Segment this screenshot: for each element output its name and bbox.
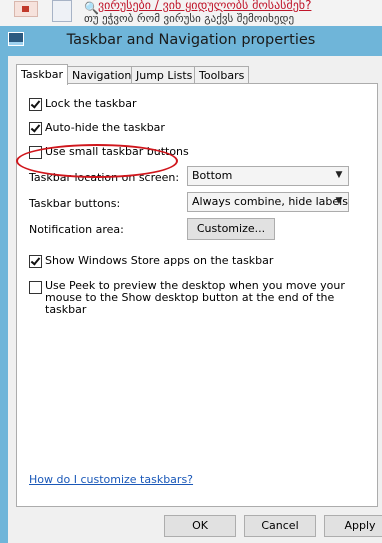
app-icon bbox=[14, 1, 38, 17]
apply-button[interactable]: Apply bbox=[324, 515, 382, 537]
annotation-circle bbox=[16, 144, 178, 178]
dialog-title: Taskbar and Navigation properties bbox=[66, 32, 316, 48]
tab-navigation[interactable]: Navigation bbox=[67, 66, 137, 84]
background-link-text[interactable]: ვირუსები / ვინ ყიდულობს მოსასმენ? bbox=[98, 0, 311, 12]
peek-checkbox[interactable] bbox=[29, 281, 42, 294]
auto-hide-checkbox[interactable] bbox=[29, 122, 42, 135]
taskbar-buttons-value: Always combine, hide labels bbox=[192, 195, 348, 208]
store-apps-label: Show Windows Store apps on the taskbar bbox=[45, 254, 274, 267]
title-bar[interactable]: Taskbar and Navigation properties bbox=[0, 26, 382, 56]
tab-toolbars[interactable]: Toolbars bbox=[194, 66, 250, 84]
tab-taskbar[interactable]: Taskbar bbox=[16, 64, 68, 85]
chevron-down-icon: ▼ bbox=[335, 196, 343, 206]
chevron-down-icon: ▼ bbox=[335, 170, 343, 180]
location-value: Bottom bbox=[192, 169, 233, 182]
lock-taskbar-label: Lock the taskbar bbox=[45, 97, 137, 110]
customize-button[interactable]: Customize... bbox=[187, 218, 275, 240]
peek-label: Use Peek to preview the desktop when you… bbox=[45, 279, 345, 316]
document-icon bbox=[52, 0, 72, 22]
help-link[interactable]: How do I customize taskbars? bbox=[29, 473, 193, 486]
location-dropdown[interactable]: Bottom ▼ bbox=[187, 166, 349, 186]
dialog-footer: OK Cancel Apply bbox=[8, 509, 382, 543]
taskbar-properties-dialog: Taskbar and Navigation properties Taskba… bbox=[0, 26, 382, 543]
tab-jump-lists[interactable]: Jump Lists bbox=[131, 66, 198, 84]
background-subtext: თუ ეჭვობ რომ ვირუსი გაქვს შემოიხედე bbox=[84, 12, 295, 25]
auto-hide-label: Auto-hide the taskbar bbox=[45, 121, 165, 134]
store-apps-checkbox[interactable] bbox=[29, 255, 42, 268]
cancel-button[interactable]: Cancel bbox=[244, 515, 316, 537]
lock-taskbar-checkbox[interactable] bbox=[29, 98, 42, 111]
taskbar-buttons-dropdown[interactable]: Always combine, hide labels ▼ bbox=[187, 192, 349, 212]
notification-area-label: Notification area: bbox=[29, 223, 124, 236]
ok-button[interactable]: OK bbox=[164, 515, 236, 537]
taskbar-buttons-label: Taskbar buttons: bbox=[29, 197, 121, 210]
background-window-strip: 🔍 ვირუსები / ვინ ყიდულობს მოსასმენ? თუ ე… bbox=[0, 0, 382, 27]
dialog-client-area: Taskbar Navigation Jump Lists Toolbars L… bbox=[8, 56, 382, 543]
